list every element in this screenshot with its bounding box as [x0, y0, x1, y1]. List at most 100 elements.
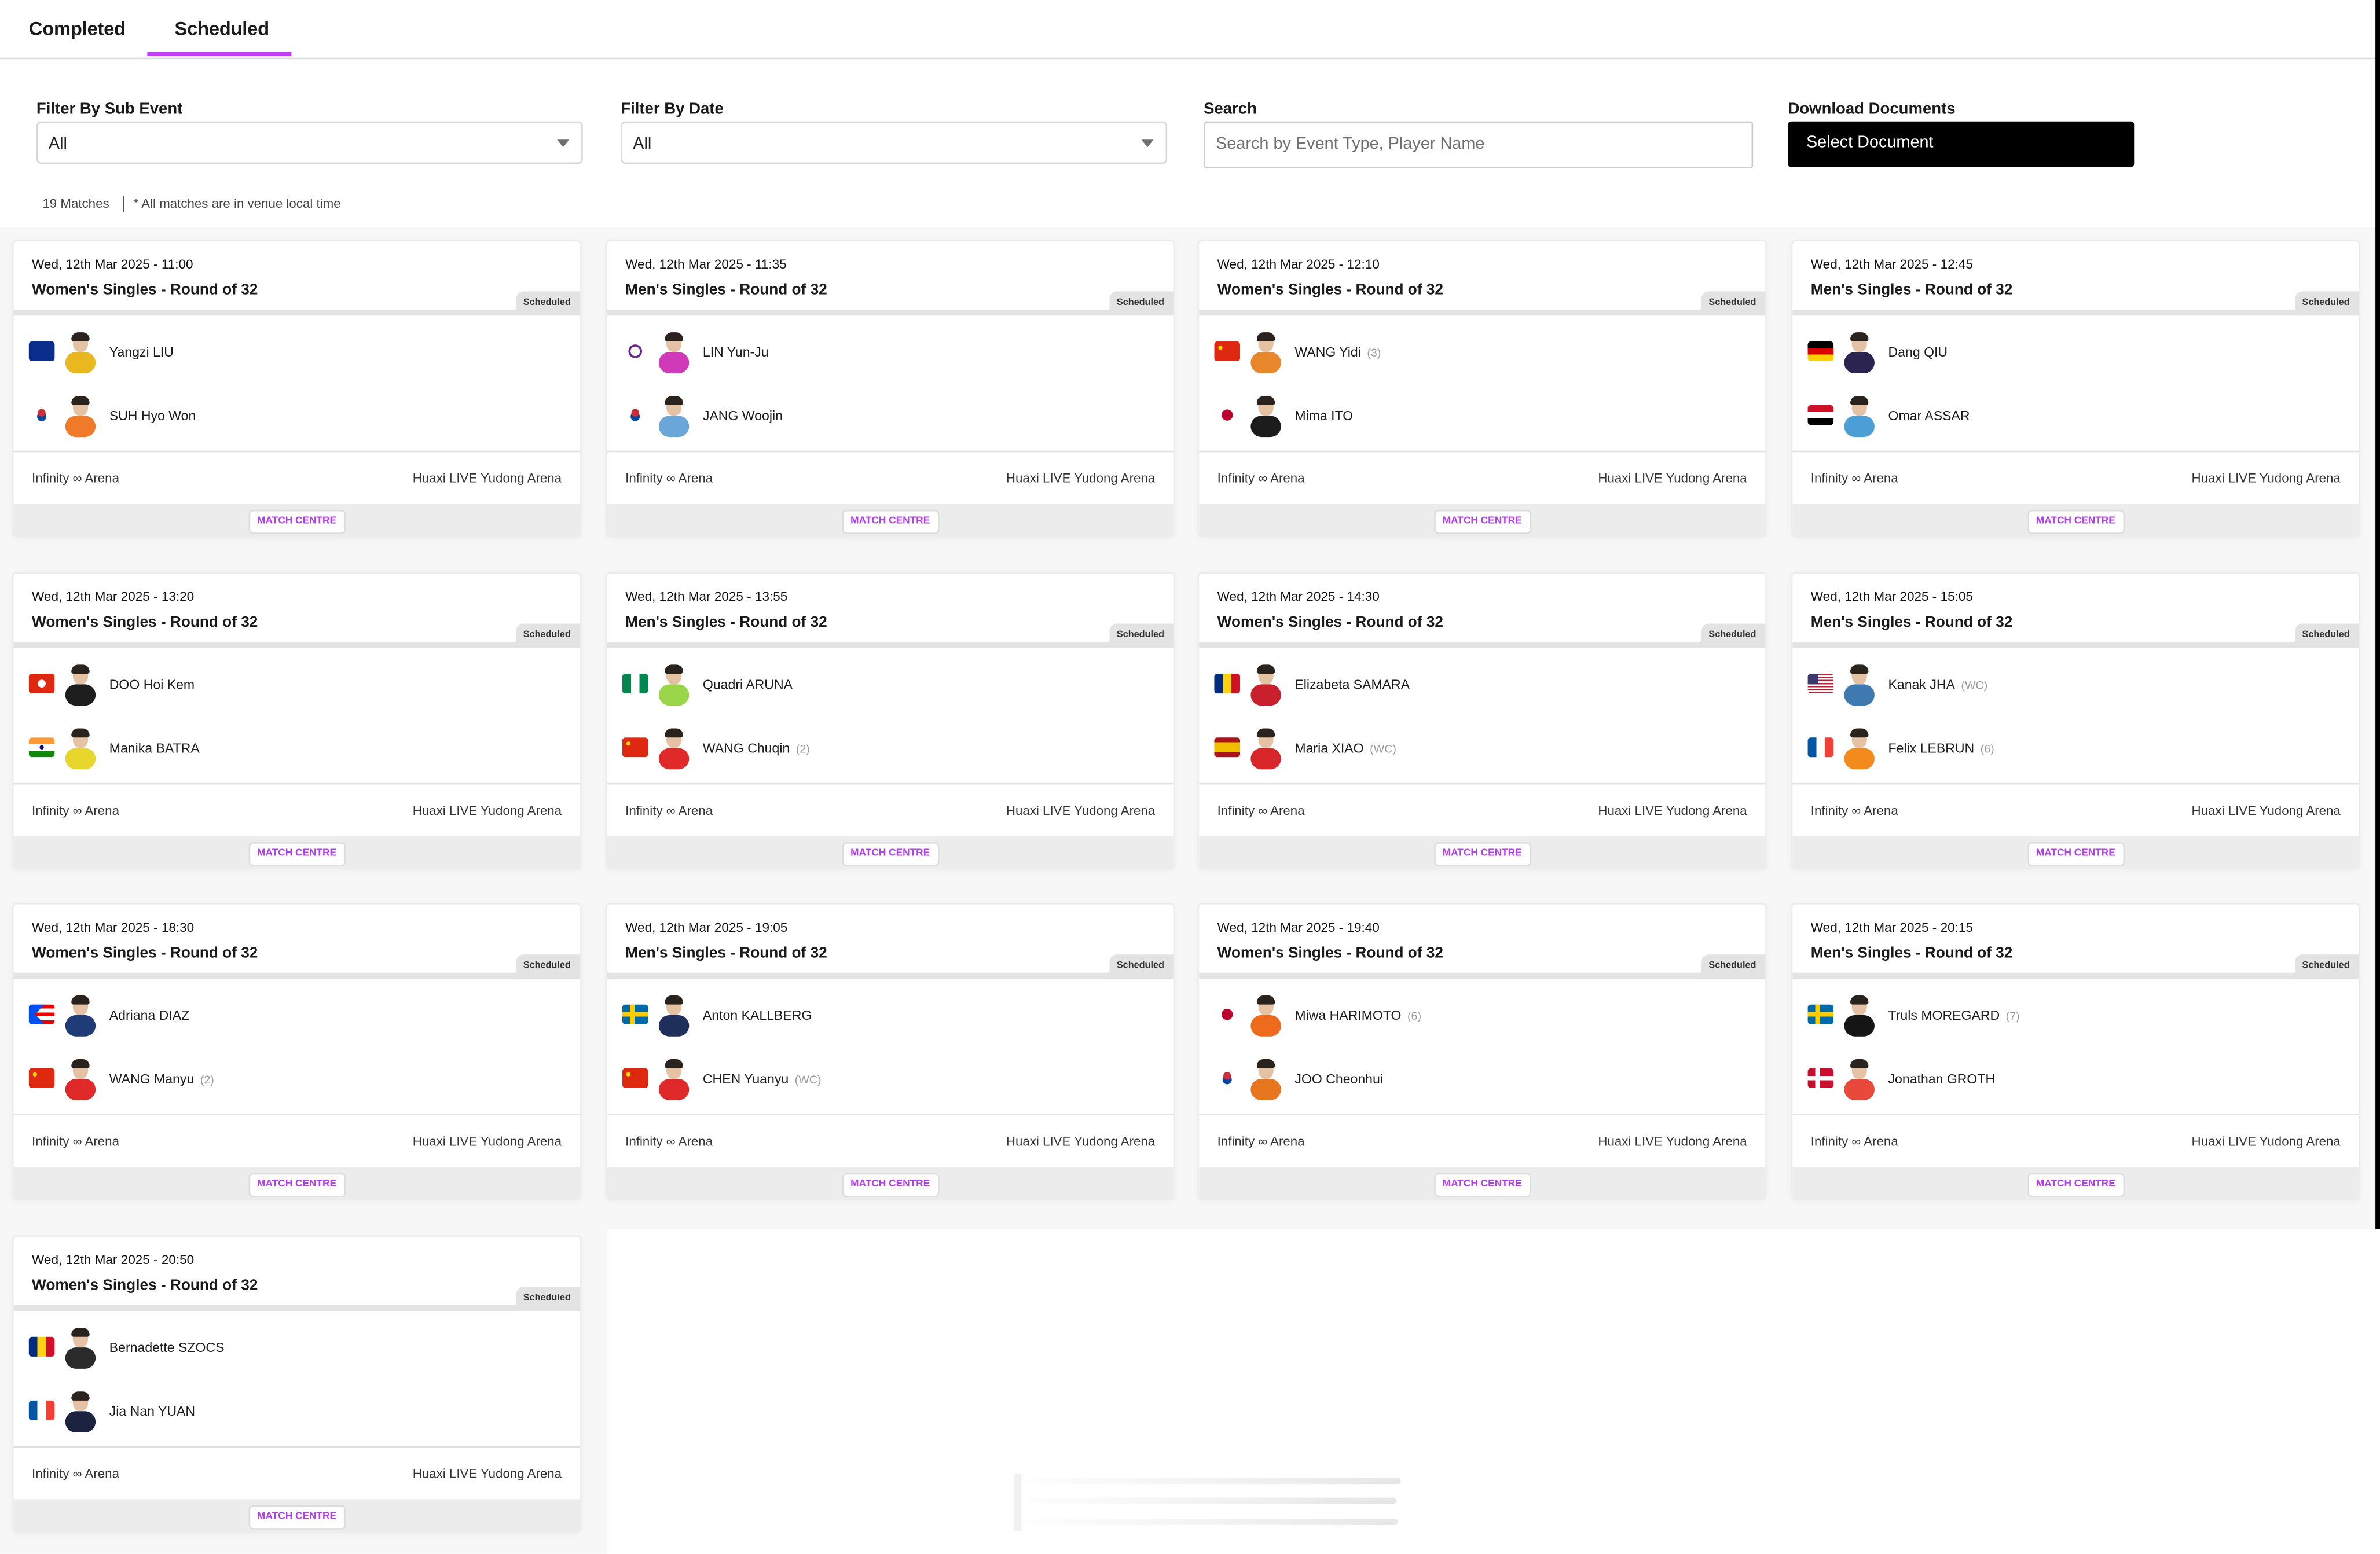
- player-row[interactable]: Manika BATRA: [24, 728, 540, 774]
- player-name-text: CHEN Yuanyu: [702, 1071, 789, 1087]
- romania-flag-icon: [28, 1336, 55, 1357]
- match-card: Wed, 12th Mar 2025 - 11:35 Men's Singles…: [606, 240, 1175, 538]
- player-row[interactable]: Bernadette SZOCS: [24, 1328, 540, 1373]
- match-centre-button[interactable]: MATCH CENTRE: [248, 842, 346, 867]
- player-name-text: LIN Yun-Ju: [702, 344, 769, 360]
- player-name-text: Bernadette SZOCS: [109, 1340, 225, 1355]
- player-row[interactable]: Quadri ARUNA: [618, 664, 1134, 710]
- player-row[interactable]: Kanak JHA (WC): [1803, 664, 2319, 710]
- player-row[interactable]: Jonathan GROTH: [1803, 1059, 2319, 1105]
- player-row[interactable]: Mima ITO: [1210, 396, 1726, 442]
- status-badge: Scheduled: [2294, 623, 2359, 648]
- search-input[interactable]: [1216, 135, 1732, 153]
- player-row[interactable]: Miwa HARIMOTO (6): [1210, 995, 1726, 1041]
- venue-arena: Huaxi LIVE Yudong Arena: [1598, 802, 1747, 818]
- match-datetime: Wed, 12th Mar 2025 - 20:15: [1810, 919, 1973, 935]
- player-name-text: WANG Yidi: [1294, 344, 1361, 360]
- usa-flag-icon: [1807, 674, 1834, 694]
- player-row[interactable]: Felix LEBRUN (6): [1803, 728, 2319, 774]
- player-name: DOO Hoi Kem: [109, 677, 201, 692]
- venue-divider: [1792, 782, 2359, 785]
- tab-completed[interactable]: Completed: [29, 18, 126, 39]
- header-divider: [1199, 642, 1766, 648]
- player-name: WANG Chuqin (2): [703, 740, 810, 755]
- player-row[interactable]: Truls MOREGARD (7): [1803, 995, 2319, 1041]
- venue-divider: [1199, 450, 1766, 453]
- match-centre-button[interactable]: MATCH CENTRE: [248, 509, 346, 534]
- match-centre-button[interactable]: MATCH CENTRE: [1433, 842, 1531, 867]
- player-row[interactable]: Maria XIAO (WC): [1210, 728, 1726, 774]
- match-event: Women's Singles - Round of 32: [1217, 282, 1444, 299]
- match-centre-button[interactable]: MATCH CENTRE: [2027, 509, 2125, 534]
- page-scrollbar[interactable]: [2375, 0, 2380, 1229]
- card-footer: MATCH CENTRE: [13, 1167, 580, 1199]
- sweden-flag-icon: [1807, 1004, 1834, 1024]
- search-group: Search: [1204, 100, 1754, 169]
- player-name-text: WANG Manyu: [109, 1071, 195, 1087]
- player-row[interactable]: WANG Chuqin (2): [618, 728, 1134, 774]
- player-row[interactable]: JOO Cheonhui: [1210, 1059, 1726, 1105]
- date-filter-label: Filter By Date: [621, 100, 724, 119]
- match-centre-button[interactable]: MATCH CENTRE: [1433, 1173, 1531, 1197]
- player-name: Jonathan GROTH: [1888, 1071, 2001, 1086]
- tab-scheduled[interactable]: Scheduled: [175, 18, 270, 39]
- download-label: Download Documents: [1788, 100, 1956, 119]
- player-row[interactable]: WANG Yidi (3): [1210, 332, 1726, 378]
- player-row[interactable]: WANG Manyu (2): [24, 1059, 540, 1105]
- search-field[interactable]: [1204, 121, 1754, 169]
- player-name-text: Adriana DIAZ: [109, 1007, 190, 1023]
- match-centre-button[interactable]: MATCH CENTRE: [841, 842, 939, 867]
- player-row[interactable]: JANG Woojin: [618, 396, 1134, 442]
- player-name: Quadri ARUNA: [703, 677, 799, 692]
- match-datetime: Wed, 12th Mar 2025 - 13:20: [32, 589, 195, 604]
- card-footer: MATCH CENTRE: [607, 1167, 1174, 1199]
- venue-arena: Huaxi LIVE Yudong Arena: [2191, 802, 2341, 818]
- match-centre-button[interactable]: MATCH CENTRE: [1433, 509, 1531, 534]
- player-row[interactable]: LIN Yun-Ju: [618, 332, 1134, 378]
- match-centre-button[interactable]: MATCH CENTRE: [841, 509, 939, 534]
- date-select[interactable]: All: [621, 121, 1168, 164]
- player-row[interactable]: DOO Hoi Kem: [24, 664, 540, 710]
- skeleton-line: [1002, 1519, 1398, 1525]
- player-name-text: Jia Nan YUAN: [109, 1404, 196, 1419]
- player-name: Yangzi LIU: [109, 344, 180, 359]
- match-datetime: Wed, 12th Mar 2025 - 12:10: [1217, 256, 1380, 272]
- nigeria-flag-icon: [622, 674, 648, 694]
- header-divider: [607, 309, 1174, 316]
- player-row[interactable]: SUH Hyo Won: [24, 396, 540, 442]
- player-avatar: [657, 664, 691, 706]
- match-centre-button[interactable]: MATCH CENTRE: [2027, 1173, 2125, 1197]
- venue-divider: [1199, 782, 1766, 785]
- select-document-button[interactable]: Select Document: [1788, 121, 2135, 167]
- match-centre-button[interactable]: MATCH CENTRE: [248, 1173, 346, 1197]
- match-centre-button[interactable]: MATCH CENTRE: [2027, 842, 2125, 867]
- player-avatar: [64, 332, 97, 373]
- player-name-text: Truls MOREGARD: [1888, 1007, 2000, 1023]
- skeleton-line: [1002, 1497, 1397, 1504]
- japan-flag-icon: [1214, 1004, 1241, 1024]
- match-centre-button[interactable]: MATCH CENTRE: [841, 1173, 939, 1197]
- france-flag-icon: [1807, 737, 1834, 758]
- empty-area: [607, 1229, 2380, 1554]
- player-name: Adriana DIAZ: [109, 1008, 196, 1023]
- venue-arena: Huaxi LIVE Yudong Arena: [1006, 470, 1156, 486]
- player-name: Jia Nan YUAN: [109, 1404, 201, 1419]
- venue-divider: [1792, 450, 2359, 453]
- venue-divider: [13, 782, 580, 785]
- player-row[interactable]: Omar ASSAR: [1803, 396, 2319, 442]
- player-row[interactable]: Adriana DIAZ: [24, 995, 540, 1041]
- player-name: Omar ASSAR: [1888, 408, 1976, 423]
- match-datetime: Wed, 12th Mar 2025 - 12:45: [1810, 256, 1973, 272]
- sub-event-select[interactable]: All: [36, 121, 583, 164]
- player-row[interactable]: Dang QIU: [1803, 332, 2319, 378]
- player-row[interactable]: Elizabeta SAMARA: [1210, 664, 1726, 710]
- player-row[interactable]: Anton KALLBERG: [618, 995, 1134, 1041]
- match-centre-button[interactable]: MATCH CENTRE: [248, 1505, 346, 1530]
- player-row[interactable]: Jia Nan YUAN: [24, 1391, 540, 1437]
- player-avatar: [657, 1059, 691, 1100]
- player-name-text: Kanak JHA: [1888, 677, 1955, 692]
- status-badge: Scheduled: [1109, 291, 1174, 316]
- player-name: Kanak JHA (WC): [1888, 677, 1988, 692]
- player-row[interactable]: Yangzi LIU: [24, 332, 540, 378]
- player-row[interactable]: CHEN Yuanyu (WC): [618, 1059, 1134, 1105]
